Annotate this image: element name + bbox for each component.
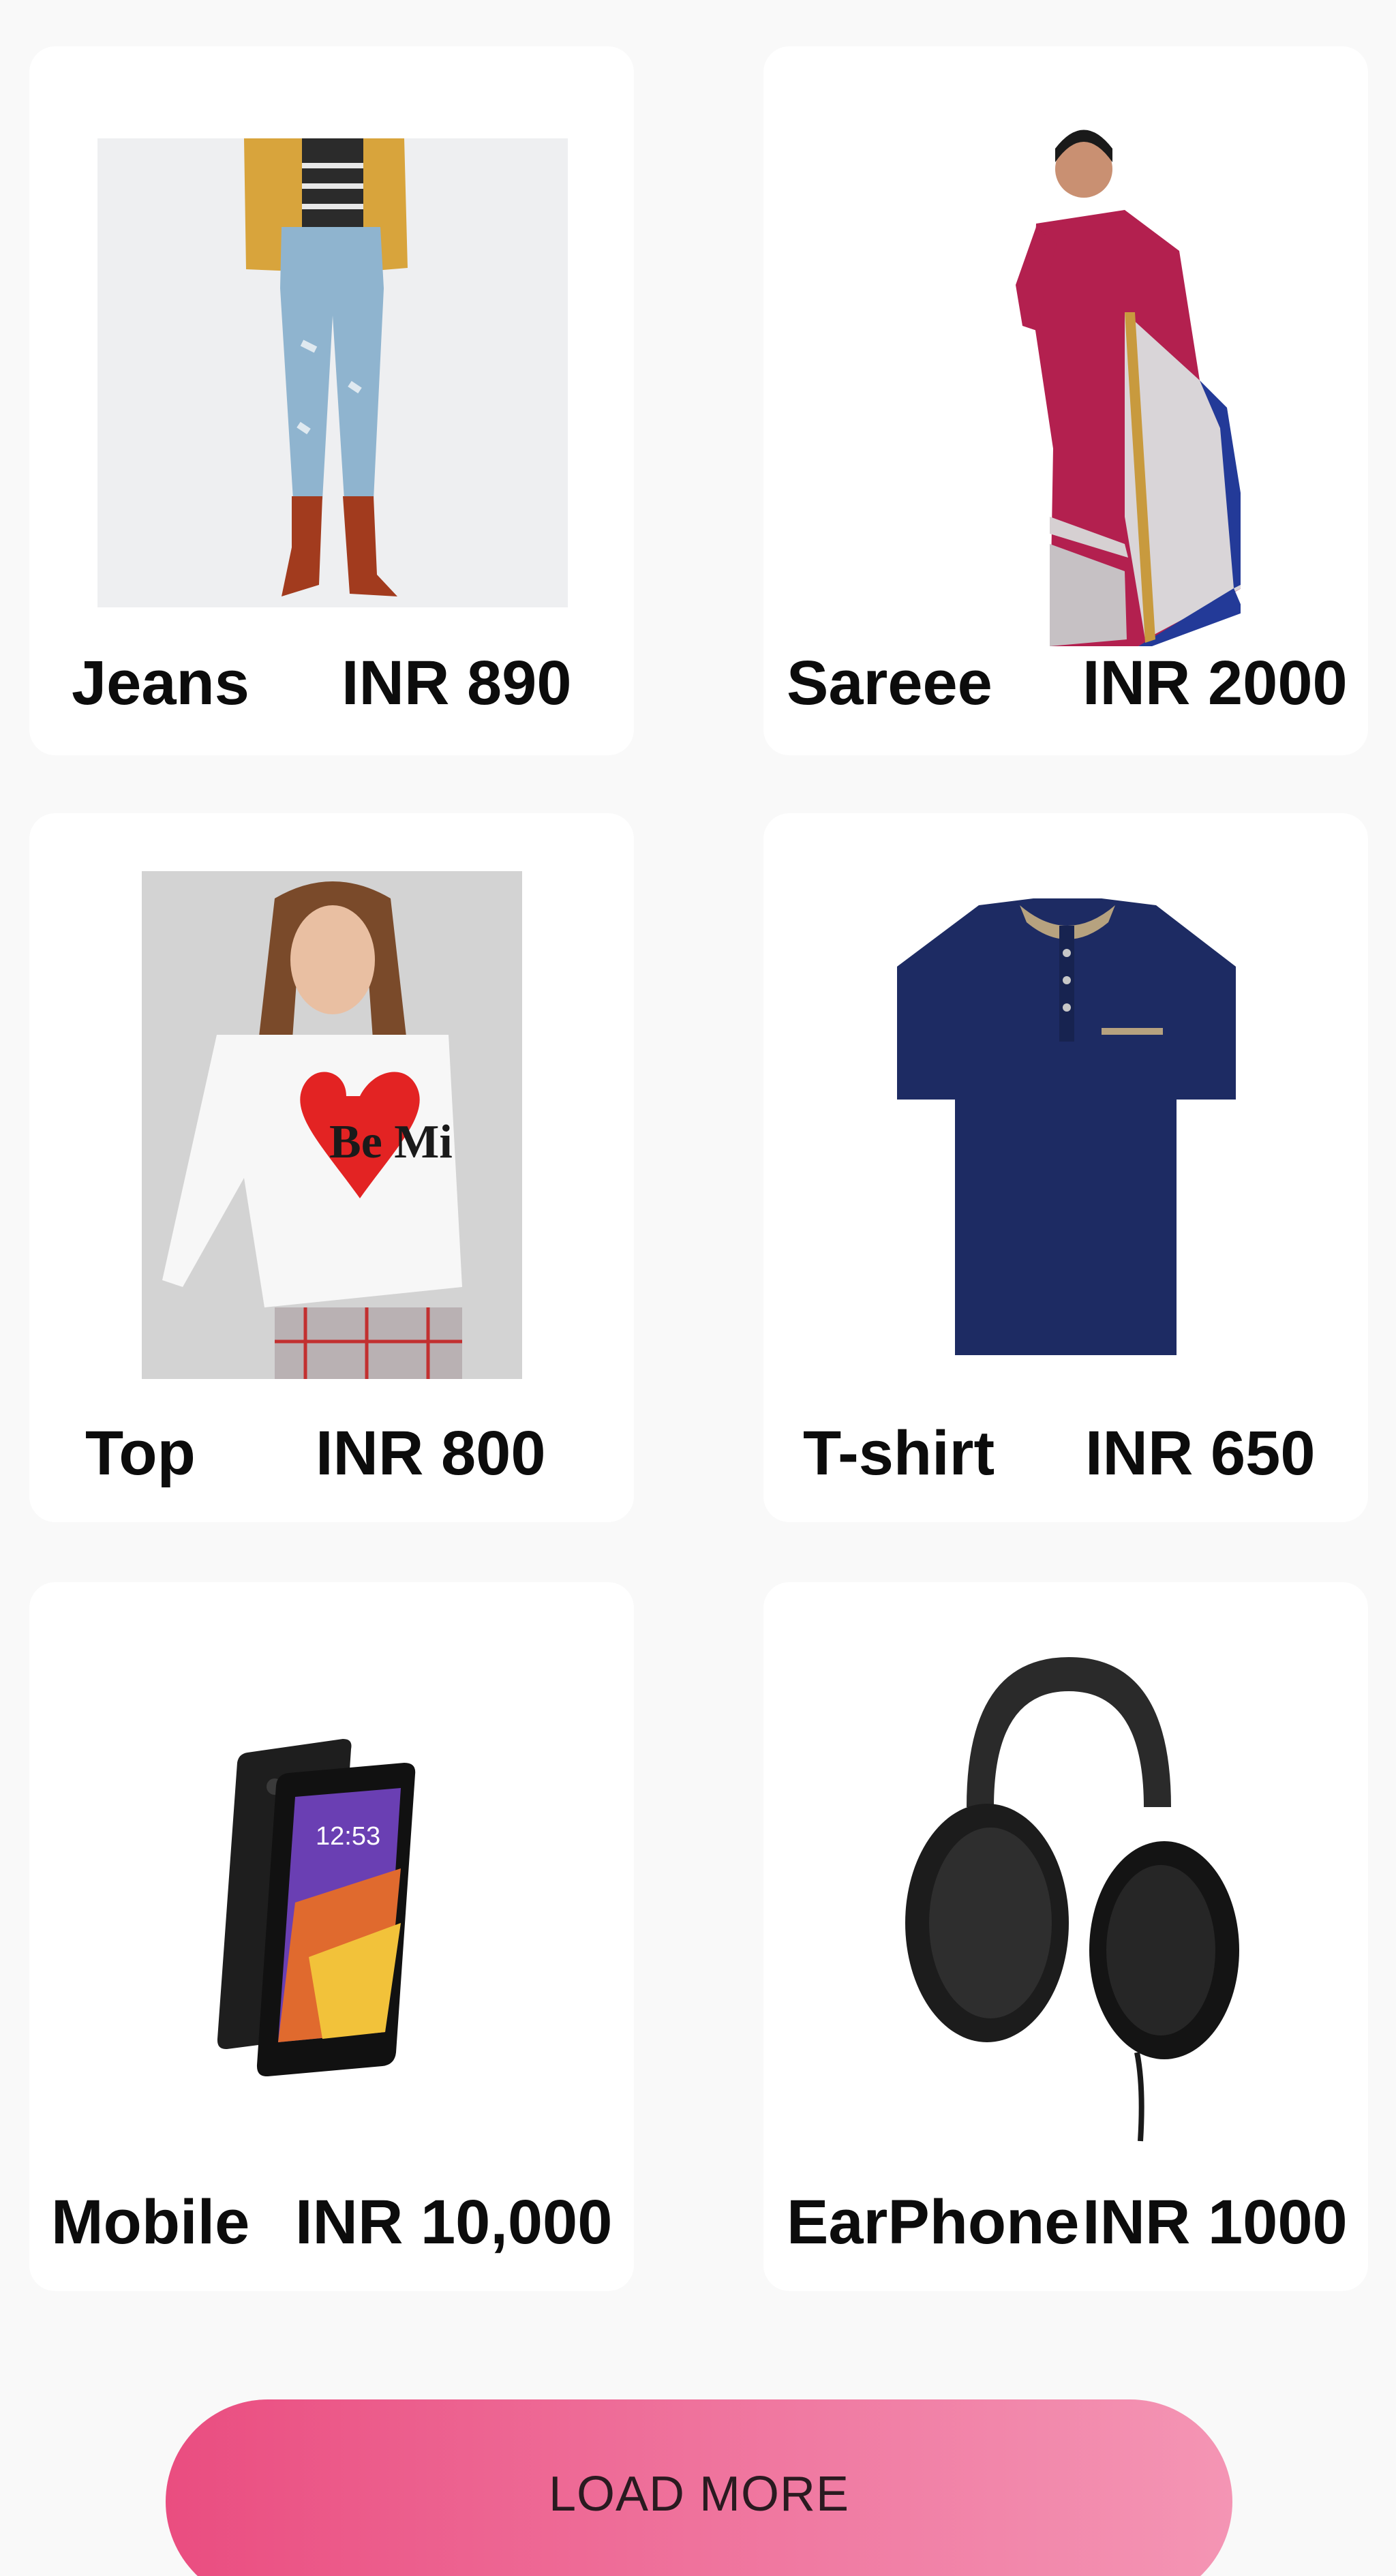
product-name: Jeans bbox=[72, 648, 249, 718]
product-card-mobile[interactable]: 12:53 Mobile INR 10,000 bbox=[29, 1582, 634, 2291]
product-price: INR 10,000 bbox=[295, 2187, 613, 2257]
product-name: T-shirt bbox=[803, 1419, 995, 1488]
top-image: Be Mi bbox=[142, 871, 522, 1379]
product-name: Sareee bbox=[787, 648, 992, 718]
tshirt-image bbox=[897, 892, 1236, 1355]
product-name: EarPhone bbox=[787, 2187, 1080, 2257]
product-name: Mobile bbox=[51, 2187, 250, 2257]
jeans-image bbox=[97, 138, 568, 607]
product-price: INR 1000 bbox=[1082, 2187, 1348, 2257]
product-card-top[interactable]: Be Mi Top INR 800 bbox=[29, 813, 634, 1522]
product-price: INR 890 bbox=[342, 648, 572, 718]
headphones-image bbox=[817, 1637, 1318, 2155]
product-price: INR 2000 bbox=[1082, 648, 1348, 718]
product-price: INR 800 bbox=[316, 1419, 546, 1488]
load-more-label: LOAD MORE bbox=[548, 2467, 850, 2521]
product-card-saree[interactable]: Sareee INR 2000 bbox=[763, 46, 1368, 755]
svg-text:12:53: 12:53 bbox=[316, 1822, 380, 1851]
load-more-button[interactable]: LOAD MORE bbox=[166, 2399, 1232, 2576]
mobile-image: 12:53 bbox=[200, 1732, 425, 2076]
product-name: Top bbox=[85, 1419, 196, 1488]
saree-image bbox=[900, 108, 1241, 646]
product-grid-screen: Jeans INR 890 Sareee INR 2000 Be Mi Top … bbox=[0, 0, 1396, 2576]
product-price: INR 650 bbox=[1085, 1419, 1316, 1488]
product-card-jeans[interactable]: Jeans INR 890 bbox=[29, 46, 634, 755]
product-card-tshirt[interactable]: T-shirt INR 650 bbox=[763, 813, 1368, 1522]
svg-text:Be Mi: Be Mi bbox=[329, 1116, 453, 1168]
product-card-earphone[interactable]: EarPhone INR 1000 bbox=[763, 1582, 1368, 2291]
